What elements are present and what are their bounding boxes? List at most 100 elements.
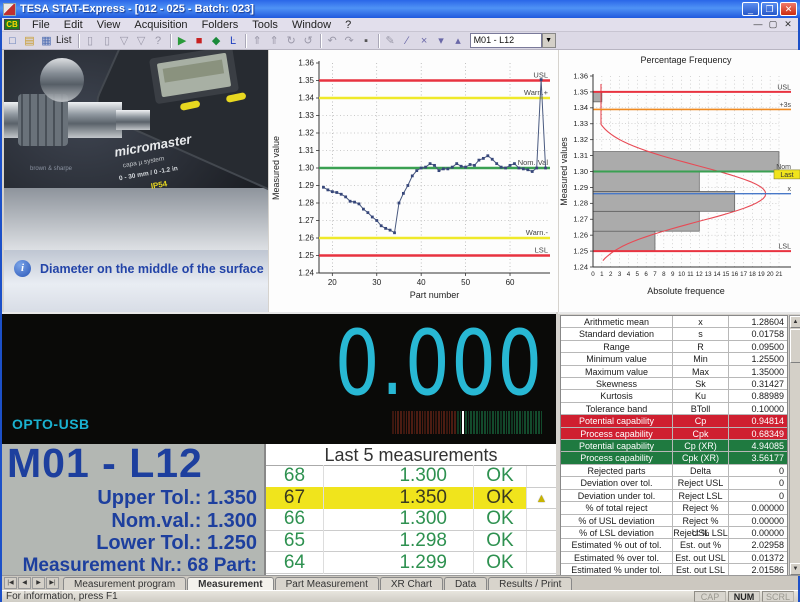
close-button[interactable]: ✕ [780, 2, 797, 16]
svg-text:18: 18 [749, 271, 756, 278]
menu-item-file[interactable]: File [25, 18, 57, 32]
scroll-down-icon[interactable]: ▼ [790, 563, 800, 575]
stat-value: 0 [729, 490, 787, 501]
preview-icon[interactable]: ▯ [99, 33, 116, 49]
mdi-minimize-button[interactable]: — [752, 19, 764, 30]
menu-item-view[interactable]: View [90, 18, 128, 32]
scrollbar-thumb[interactable] [790, 329, 800, 363]
undo-icon[interactable]: ↶ [324, 33, 341, 49]
block-icon[interactable]: ▪ [358, 33, 375, 49]
svg-text:1.35: 1.35 [573, 87, 588, 96]
station-icon[interactable]: ◆ [208, 33, 225, 49]
minimize-button[interactable]: _ [742, 2, 759, 16]
svg-text:1.32: 1.32 [573, 135, 588, 144]
refresh-icon[interactable]: ↻ [283, 33, 300, 49]
svg-text:1.31: 1.31 [298, 146, 314, 155]
stats-row-est-out: Estimated % out of tol.Est. out %2.02958 [561, 539, 787, 551]
scroll-up-icon[interactable]: ▲ [790, 316, 800, 328]
menu-item-edit[interactable]: Edit [57, 18, 90, 32]
open-folder-icon[interactable]: ▤ [21, 33, 38, 49]
svg-text:1.36: 1.36 [573, 71, 588, 80]
list-button-label[interactable]: List [56, 35, 72, 46]
tab-last-icon[interactable]: ▶| [46, 577, 59, 589]
stat-symbol: s [673, 328, 729, 339]
tab-measurement[interactable]: Measurement [187, 577, 273, 591]
mdi-close-button[interactable]: ✕ [782, 19, 794, 30]
measurement-row-66[interactable]: 661.300OK [266, 509, 556, 531]
tab-data[interactable]: Data [444, 577, 487, 591]
measurement-nr: 68 [266, 465, 324, 487]
delete-icon[interactable]: × [416, 33, 433, 49]
stat-symbol: x [673, 316, 729, 327]
measurement-row-67[interactable]: 671.350OK▲ [266, 488, 556, 510]
send-up2-icon[interactable]: ⇑ [266, 33, 283, 49]
menu-item-[interactable]: ? [338, 18, 358, 32]
stats-row-s: Standard deviations0.01758 [561, 328, 787, 340]
device-label: OPTO-USB [12, 416, 90, 432]
menu-item-window[interactable]: Window [285, 18, 338, 32]
probe-icon[interactable]: Ŀ [225, 33, 242, 49]
restore-button[interactable]: ❐ [761, 2, 778, 16]
stats-row-cp: Potential capabilityCp0.94814 [561, 415, 787, 427]
print-icon[interactable]: ▯ [82, 33, 99, 49]
tab-next-icon[interactable]: ▶ [32, 577, 45, 589]
measurement-value: 1.300 [324, 508, 474, 530]
menu-item-tools[interactable]: Tools [245, 18, 285, 32]
menu-item-acquisition[interactable]: Acquisition [127, 18, 194, 32]
stat-label: Deviation over tol. [561, 477, 673, 488]
stats-row-cpk: Process capabilityCpk0.68349 [561, 428, 787, 440]
live-value-panel: 0.000 OPTO-USB [2, 312, 556, 444]
stat-value: 0.10000 [729, 403, 787, 414]
stats-row-ku: KurtosisKu0.88989 [561, 390, 787, 402]
reload-icon[interactable]: ↺ [300, 33, 317, 49]
tab-prev-icon[interactable]: ◀ [18, 577, 31, 589]
title-bar: TESA STAT-Express - [012 - 025 - Batch: … [0, 0, 800, 18]
up-icon[interactable]: ▴ [450, 33, 467, 49]
start-acquisition-icon[interactable]: ▶ [174, 33, 191, 49]
stats-row-reject-lsl: Deviation under tol.Reject LSL0 [561, 490, 787, 502]
station-name: M01 - L12 [7, 440, 203, 487]
svg-text:Measured values: Measured values [559, 137, 569, 206]
stats-row-x: Arithmetic meanx1.28604 [561, 316, 787, 328]
filter-clear-icon[interactable]: ▽ [133, 33, 150, 49]
stat-label: Arithmetic mean [561, 316, 673, 327]
svg-text:21: 21 [776, 271, 783, 278]
tab-part-measurement[interactable]: Part Measurement [275, 577, 379, 591]
measurement-row-65[interactable]: 651.298OK [266, 531, 556, 553]
svg-text:1.30: 1.30 [298, 164, 314, 173]
svg-text:1.33: 1.33 [573, 119, 588, 128]
app-menu-icon[interactable]: CB [4, 19, 20, 30]
svg-text:Percentage Frequency: Percentage Frequency [640, 55, 732, 65]
tab-measurement-program[interactable]: Measurement program [63, 577, 186, 591]
menu-item-folders[interactable]: Folders [195, 18, 246, 32]
measurement-row-68[interactable]: 681.300OK [266, 466, 556, 488]
slash-icon[interactable]: ∕ [399, 33, 416, 49]
send-up-icon[interactable]: ⇑ [249, 33, 266, 49]
measurement-status: OK [474, 530, 526, 552]
measurement-warning-cell [526, 466, 556, 487]
down-icon[interactable]: ▾ [433, 33, 450, 49]
stats-row-delta: Rejected partsDelta0 [561, 465, 787, 477]
analog-indicator [392, 411, 542, 434]
toolbar-separator [78, 34, 79, 48]
svg-text:1.34: 1.34 [573, 103, 588, 112]
toolbar-separator [245, 34, 246, 48]
redo-icon[interactable]: ↷ [341, 33, 358, 49]
measurement-nr: 65 [266, 530, 324, 552]
measurement-row-64[interactable]: 641.299OK [266, 552, 556, 574]
stop-acquisition-icon[interactable]: ■ [191, 33, 208, 49]
svg-text:0: 0 [591, 271, 595, 278]
tab-xr-chart[interactable]: XR Chart [380, 577, 443, 591]
svg-text:1.25: 1.25 [573, 246, 588, 255]
filter-icon[interactable]: ▽ [116, 33, 133, 49]
new-file-icon[interactable]: □ [4, 33, 21, 49]
mdi-restore-button[interactable]: ▢ [767, 19, 779, 30]
edit-icon[interactable]: ✎ [382, 33, 399, 49]
statistics-scrollbar[interactable]: ▲ ▼ [789, 315, 800, 576]
tab-first-icon[interactable]: |◀ [4, 577, 17, 589]
combo-dropdown-icon[interactable]: ▼ [542, 33, 556, 48]
list-grid-icon[interactable]: ▦ [38, 33, 55, 49]
help-box-icon[interactable]: ? [150, 33, 167, 49]
tab-results-print[interactable]: Results / Print [488, 577, 572, 591]
station-combo[interactable]: M01 - L12 [470, 33, 542, 48]
